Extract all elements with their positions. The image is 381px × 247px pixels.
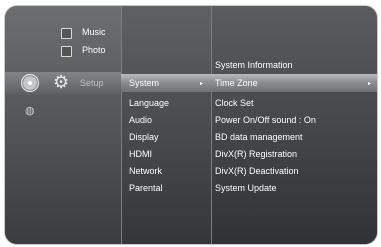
system-item-bd-data[interactable]: BD data management <box>215 132 303 143</box>
setup-item-system[interactable]: System <box>129 78 159 89</box>
system-information-item[interactable]: System Information <box>215 60 293 71</box>
setup-item-language[interactable]: Language <box>129 98 169 109</box>
music-icon <box>61 28 72 39</box>
setup-item-hdmi[interactable]: HDMI <box>129 149 152 160</box>
globe-icon: ◍ <box>25 105 35 117</box>
setup-item-parental[interactable]: Parental <box>129 183 163 194</box>
system-item-power-sound[interactable]: Power On/Off sound : On <box>215 115 316 126</box>
photo-icon <box>61 46 72 57</box>
disc-icon <box>21 74 39 92</box>
system-item-update[interactable]: System Update <box>215 183 277 194</box>
setup-item-audio[interactable]: Audio <box>129 115 152 126</box>
system-item-time-zone[interactable]: Time Zone <box>215 78 258 89</box>
chevron-right-icon: ▸ <box>368 81 372 87</box>
chevron-right-icon: ▸ <box>200 81 204 87</box>
gear-icon: ⚙ <box>53 72 70 92</box>
menu-item-music[interactable]: Music <box>82 27 106 38</box>
main-menu-column <box>5 6 121 244</box>
system-item-divx-deactivation[interactable]: DivX(R) Deactivation <box>215 166 299 177</box>
setup-item-network[interactable]: Network <box>129 166 162 177</box>
system-item-clock-set[interactable]: Clock Set <box>215 98 254 109</box>
system-item-divx-registration[interactable]: DivX(R) Registration <box>215 149 297 160</box>
setup-screen: Music Photo ⚙ Setup ◍ System ▸ Language … <box>5 6 377 244</box>
tv-frame: Music Photo ⚙ Setup ◍ System ▸ Language … <box>0 0 381 247</box>
menu-item-photo[interactable]: Photo <box>82 45 106 56</box>
menu-item-setup[interactable]: Setup <box>80 78 104 89</box>
setup-item-display[interactable]: Display <box>129 132 159 143</box>
